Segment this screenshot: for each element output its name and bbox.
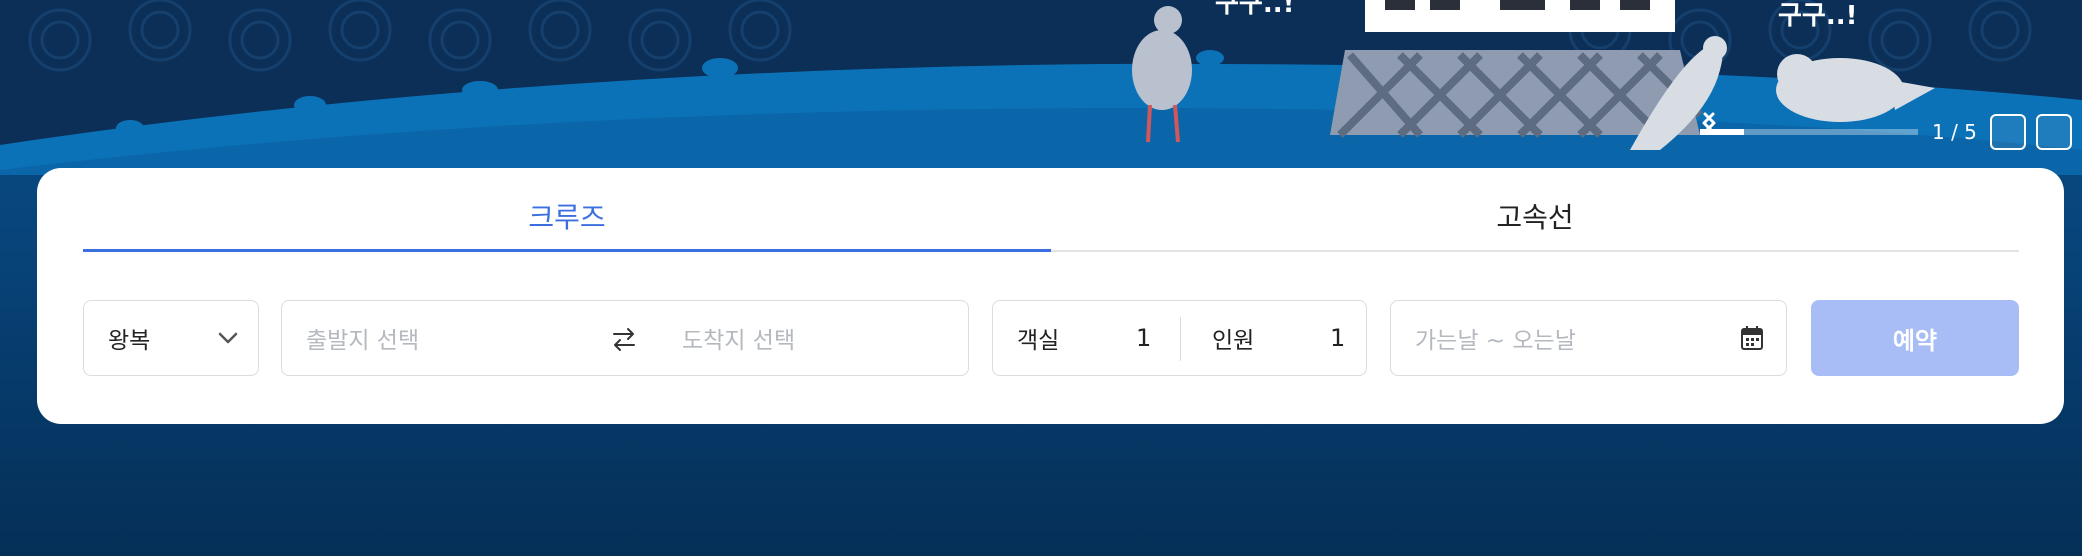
calendar-icon: [1741, 326, 1763, 350]
people-label: 인원: [1212, 328, 1255, 354]
cabin-count: 1: [1136, 324, 1152, 352]
field-divider: [1180, 317, 1181, 361]
cabin-people-selector[interactable]: 객실 1 인원 1: [992, 300, 1367, 376]
speech-bubble-right: 구구..!: [1778, 1, 1857, 31]
slide-counter: 1 / 5: [1932, 120, 1977, 144]
carousel-next-button[interactable]: [1703, 112, 2072, 150]
trip-type-select[interactable]: 왕복: [83, 300, 259, 376]
cabin-label: 객실: [1017, 328, 1060, 354]
speech-bubble-left: 구구..!: [1215, 0, 1294, 19]
book-button[interactable]: 예약: [1811, 300, 2019, 376]
chevron-down-icon: [218, 332, 238, 344]
date-placeholder: 가는날 ~ 오는날: [1415, 328, 1576, 354]
carousel-progress-bar: [1700, 129, 1918, 135]
departure-input[interactable]: 출발지 선택: [306, 321, 419, 355]
tab-express-ferry[interactable]: 고속선: [1051, 168, 2019, 250]
carousel-controls: 1 / 5: [1700, 112, 2072, 152]
carousel-prev-button[interactable]: [1702, 112, 2026, 150]
transport-tabs: 크루즈 고속선: [83, 168, 2019, 252]
chevron-right-icon: [1703, 112, 1716, 134]
arrival-input[interactable]: 도착지 선택: [682, 321, 795, 355]
booking-panel: 크루즈 고속선 왕복 출발지 선택 도착지 선택 객실 1 인원 1 가는날 ~…: [37, 168, 2064, 424]
route-selector: 출발지 선택 도착지 선택: [281, 300, 969, 376]
swap-arrows-icon[interactable]: [610, 325, 638, 353]
hero-banner: 구구..! 구구..! 1 / 5: [0, 0, 2082, 175]
trip-type-value: 왕복: [108, 328, 151, 354]
tab-cruise[interactable]: 크루즈: [83, 168, 1051, 252]
people-count: 1: [1330, 324, 1346, 352]
date-range-input[interactable]: 가는날 ~ 오는날: [1390, 300, 1787, 376]
